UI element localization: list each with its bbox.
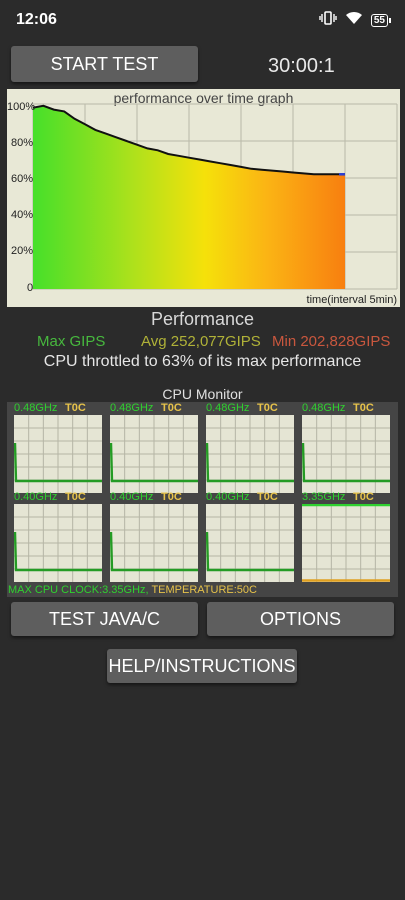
y-tick-label: 60% <box>11 173 34 185</box>
core-temperature: T0C <box>353 491 374 503</box>
battery-level: 55 <box>370 13 388 27</box>
core-frequency: 0.40GHz <box>206 491 250 503</box>
core-temperature: T0C <box>353 402 374 414</box>
test-java-c-button[interactable]: TEST JAVA/C <box>11 602 198 636</box>
cpu-summary: MAX CPU CLOCK:3.35GHz, TEMPERATURE:50C <box>8 584 257 596</box>
cpu-monitor: 0.48GHz T0C 0.48GHz T0C 0.48GHz T0C 0.48GHz T0C… <box>7 402 398 597</box>
core-frequency: 0.48GHz <box>14 402 58 414</box>
graph-canvas <box>32 103 398 290</box>
core-usage-plot <box>109 504 198 582</box>
y-tick-label: 100% <box>7 101 36 113</box>
wifi-icon <box>345 11 363 30</box>
performance-graph: performance over time graph 100% 80% 60%… <box>7 89 400 307</box>
core-temperature: T0C <box>257 402 278 414</box>
options-button[interactable]: OPTIONS <box>207 602 394 636</box>
core-frequency: 3.35GHz <box>302 491 346 503</box>
core-temperature: T0C <box>161 491 182 503</box>
core-usage-plot <box>13 504 102 582</box>
vibrate-icon <box>319 10 337 30</box>
y-tick-label: 80% <box>11 137 34 149</box>
core-usage-plot <box>205 504 294 582</box>
start-test-button[interactable]: START TEST <box>11 46 198 82</box>
core-temperature: T0C <box>161 402 182 414</box>
battery-icon: 55 <box>370 13 391 27</box>
y-tick-label: 40% <box>11 209 34 221</box>
core-frequency: 0.48GHz <box>110 402 154 414</box>
status-time: 12:06 <box>16 11 57 28</box>
core-temperature: T0C <box>257 491 278 503</box>
core-usage-plot <box>302 503 390 582</box>
core-frequency: 0.40GHz <box>110 491 154 503</box>
max-cpu-clock: MAX CPU CLOCK:3.35GHz, <box>8 584 149 596</box>
cpu-monitor-title: CPU Monitor <box>162 386 243 402</box>
core-usage-plot <box>13 415 102 493</box>
performance-heading: Performance <box>150 309 255 329</box>
core-usage-plot <box>301 415 390 493</box>
min-gips: Min 202,828GIPS <box>272 333 391 350</box>
core-temperature: T0C <box>65 491 86 503</box>
throttle-summary: CPU throttled to 63% of its max performa… <box>43 353 362 370</box>
max-gips: Max GIPS <box>37 333 106 350</box>
core-frequency: 0.40GHz <box>14 491 58 503</box>
y-tick-label: 0 <box>27 282 34 294</box>
core-usage-plot <box>109 415 198 493</box>
cpu-temperature: TEMPERATURE:50C <box>148 584 257 596</box>
core-frequency: 0.48GHz <box>302 402 346 414</box>
core-frequency: 0.48GHz <box>206 402 250 414</box>
x-axis-label: time(interval 5min) <box>306 294 397 306</box>
y-tick-label: 20% <box>11 245 34 257</box>
status-bar: 12:06 55 <box>0 0 405 40</box>
help-instructions-button[interactable]: HELP/INSTRUCTIONS <box>107 649 297 683</box>
core-temperature: T0C <box>65 402 86 414</box>
status-icons: 55 <box>319 10 391 30</box>
test-timer: 30:00:1 <box>268 55 335 77</box>
core-usage-plot <box>205 415 294 493</box>
avg-gips: Avg 252,077GIPS <box>141 333 261 350</box>
